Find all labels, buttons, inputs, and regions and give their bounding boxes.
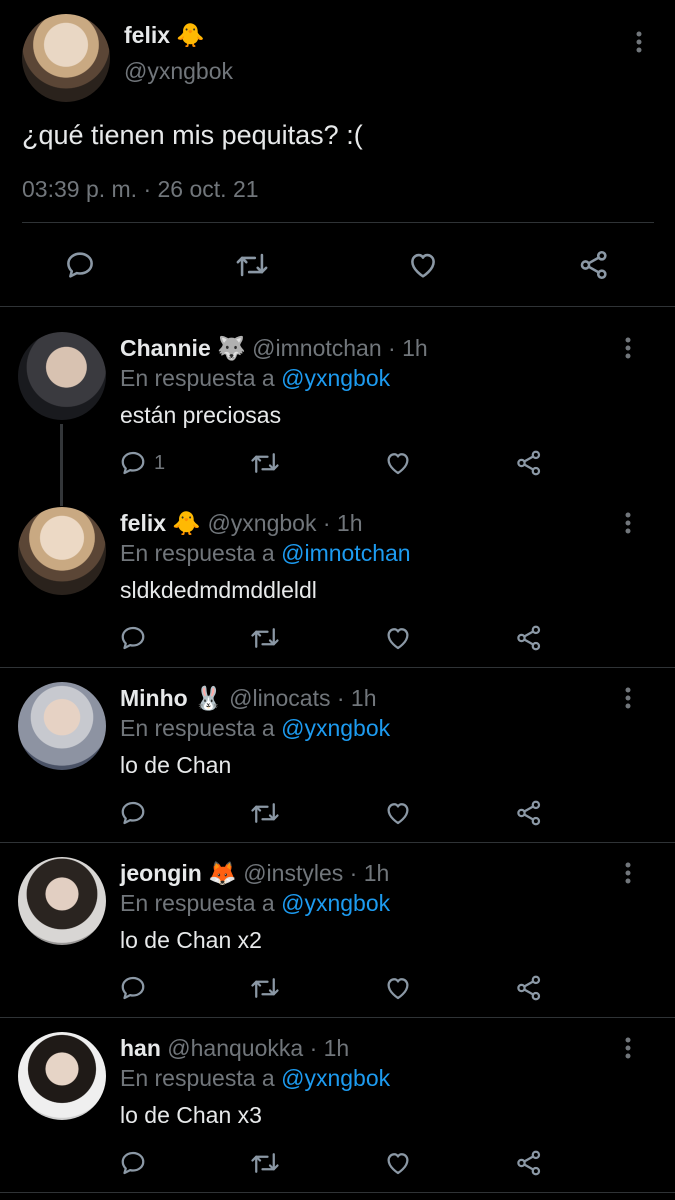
- reply-author-name[interactable]: felix: [120, 510, 166, 536]
- reply-author-avatar[interactable]: [18, 1032, 106, 1120]
- reply-header: han @hanquokka · 1h: [120, 1035, 349, 1062]
- reply-time: · 1h: [388, 335, 428, 361]
- reply-header: felix 🐥 @yxngbok · 1h: [120, 510, 363, 537]
- reply-divider: [0, 667, 675, 668]
- reply-more-options-icon[interactable]: [613, 853, 643, 893]
- reply-text: lo de Chan x2: [120, 927, 262, 953]
- reply-time: · 1h: [322, 510, 363, 536]
- reply-share-icon[interactable]: [514, 795, 544, 831]
- reply-context: En respuesta a @yxngbok: [120, 715, 390, 742]
- reply-author-emoji: 🐺: [217, 335, 246, 361]
- reply-author-emoji: 🐥: [172, 510, 202, 536]
- reply-author-name[interactable]: jeongin: [120, 860, 202, 886]
- reply-divider: [0, 842, 675, 843]
- reply-context: En respuesta a @yxngbok: [120, 1065, 390, 1092]
- reply-reply-icon[interactable]: 1: [118, 445, 165, 481]
- reply-author-emoji: 🦊: [208, 860, 237, 886]
- reply-text: sldkdedmdmddleldl: [120, 577, 317, 603]
- main-author-avatar[interactable]: [22, 14, 110, 102]
- reply-author-emoji: 🐰: [194, 685, 223, 711]
- reply-like-icon[interactable]: [383, 1145, 413, 1181]
- main-tweet-timestamp[interactable]: 03:39 p. m. · 26 oct. 21: [22, 176, 259, 203]
- reply-share-icon[interactable]: [514, 620, 544, 656]
- reply-text: están preciosas: [120, 402, 282, 428]
- reply-share-icon[interactable]: [514, 970, 544, 1006]
- reply-author-handle[interactable]: @hanquokka: [167, 1035, 303, 1061]
- main-tweet-text: ¿qué tienen mis pequitas? :(: [22, 120, 363, 150]
- reply-like-icon[interactable]: [383, 795, 413, 831]
- reply-divider: [0, 1192, 675, 1193]
- reply-author-name[interactable]: han: [120, 1035, 161, 1061]
- reply-more-options-icon[interactable]: [613, 328, 643, 368]
- main-like-icon[interactable]: [403, 245, 443, 285]
- reply-time: · 1h: [309, 1035, 350, 1061]
- reply-author-avatar[interactable]: [18, 332, 106, 420]
- thread-line: [60, 424, 63, 506]
- reply-author-handle[interactable]: @instyles: [243, 860, 343, 886]
- reply-author-handle[interactable]: @linocats: [229, 685, 330, 711]
- reply-context: En respuesta a @yxngbok: [120, 890, 390, 917]
- reply-author-handle[interactable]: @yxngbok: [207, 510, 316, 536]
- reply-retweet-icon[interactable]: [248, 970, 282, 1006]
- reply-more-options-icon[interactable]: [613, 678, 643, 718]
- reply-prefix: En respuesta a: [120, 365, 275, 391]
- reply-header: Channie 🐺 @imnotchan · 1h: [120, 335, 428, 362]
- reply-author-name[interactable]: Channie: [120, 335, 211, 361]
- reply-author-handle[interactable]: @imnotchan: [252, 335, 381, 361]
- main-author-name[interactable]: felix: [124, 22, 170, 48]
- reply-time: · 1h: [349, 860, 390, 886]
- main-author-line[interactable]: felix 🐥: [124, 22, 205, 49]
- reply-count: 1: [154, 451, 166, 474]
- reply-retweet-icon[interactable]: [248, 445, 282, 481]
- reply-reply-icon[interactable]: [118, 795, 154, 831]
- reply-prefix: En respuesta a: [120, 540, 275, 566]
- reply-header: jeongin 🦊 @instyles · 1h: [120, 860, 389, 887]
- reply-author-name[interactable]: Minho: [120, 685, 188, 711]
- reply-share-icon[interactable]: [514, 445, 544, 481]
- reply-prefix: En respuesta a: [120, 890, 275, 916]
- reply-context: En respuesta a @imnotchan: [120, 540, 411, 567]
- reply-like-icon[interactable]: [383, 620, 413, 656]
- reply-reply-icon[interactable]: [118, 970, 154, 1006]
- main-reply-icon[interactable]: [60, 245, 100, 285]
- section-divider: [0, 306, 675, 307]
- reply-text: lo de Chan x3: [120, 1102, 262, 1128]
- reply-author-avatar[interactable]: [18, 507, 106, 595]
- reply-divider: [0, 1017, 675, 1018]
- reply-share-icon[interactable]: [514, 1145, 544, 1181]
- reply-retweet-icon[interactable]: [248, 795, 282, 831]
- reply-reply-icon[interactable]: [118, 1145, 154, 1181]
- reply-to-handle[interactable]: @imnotchan: [281, 540, 410, 566]
- main-tweet-divider: [22, 222, 654, 223]
- reply-reply-icon[interactable]: [118, 620, 154, 656]
- reply-to-handle[interactable]: @yxngbok: [281, 365, 390, 391]
- reply-prefix: En respuesta a: [120, 1065, 275, 1091]
- chick-emoji: 🐥: [176, 22, 206, 48]
- reply-more-options-icon[interactable]: [613, 503, 643, 543]
- reply-author-avatar[interactable]: [18, 857, 106, 945]
- reply-time: · 1h: [336, 685, 377, 711]
- reply-like-icon[interactable]: [383, 970, 413, 1006]
- reply-more-options-icon[interactable]: [613, 1028, 643, 1068]
- reply-context: En respuesta a @yxngbok: [120, 365, 390, 392]
- reply-retweet-icon[interactable]: [248, 620, 282, 656]
- reply-prefix: En respuesta a: [120, 715, 275, 741]
- main-author-handle[interactable]: @yxngbok: [124, 58, 233, 85]
- reply-to-handle[interactable]: @yxngbok: [281, 890, 390, 916]
- reply-to-handle[interactable]: @yxngbok: [281, 715, 390, 741]
- main-more-options-icon[interactable]: [624, 22, 654, 62]
- reply-text: lo de Chan: [120, 752, 232, 778]
- main-retweet-icon[interactable]: [232, 245, 272, 285]
- main-share-icon[interactable]: [574, 245, 614, 285]
- reply-header: Minho 🐰 @linocats · 1h: [120, 685, 377, 712]
- reply-author-avatar[interactable]: [18, 682, 106, 770]
- reply-retweet-icon[interactable]: [248, 1145, 282, 1181]
- reply-like-icon[interactable]: [383, 445, 413, 481]
- reply-to-handle[interactable]: @yxngbok: [281, 1065, 390, 1091]
